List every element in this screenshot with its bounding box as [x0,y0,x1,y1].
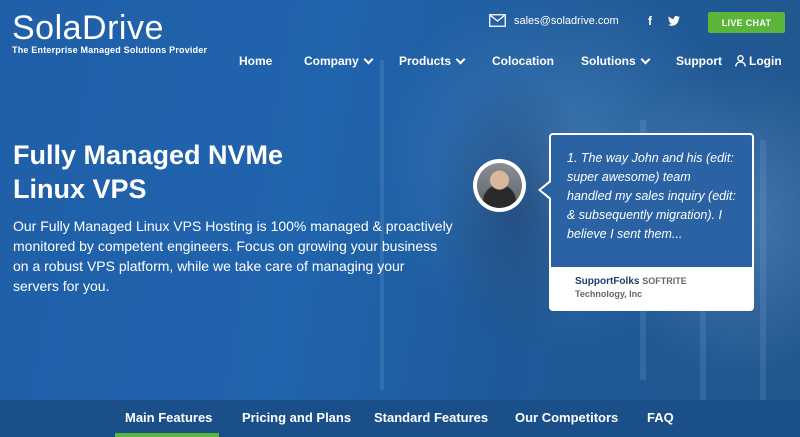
main-nav: Home Company Products Colocation Solutio… [0,54,800,72]
facebook-icon[interactable]: f [648,14,652,28]
nav-support[interactable]: Support [676,54,722,68]
header-email[interactable]: sales@soladrive.com [489,14,619,27]
chevron-down-icon [455,54,466,64]
testimonial-card: 1. The way John and his (edit: super awe… [549,133,754,311]
nav-login[interactable]: Login [735,54,782,68]
logo-text: SolaDrive [12,9,164,47]
live-chat-button[interactable]: LIVE CHAT [708,12,785,33]
nav-label: Solutions [581,54,636,68]
title-line-2: Linux VPS [13,174,147,204]
user-icon [735,55,746,67]
server-rack-decor [760,140,766,400]
nav-colocation[interactable]: Colocation [492,54,554,68]
page-title: Fully Managed NVMe Linux VPS [13,138,343,206]
testimonial-author: SupportFolks [575,276,640,287]
testimonial-attribution: SupportFolks SOFTRITE Technology, Inc [551,267,752,301]
nav-label: Colocation [492,54,554,68]
logo[interactable]: SolaDrive The Enterprise Managed Solutio… [12,10,207,55]
title-line-1: Fully Managed NVMe [13,140,284,170]
tab-main-features[interactable]: Main Features [125,410,212,425]
nav-products[interactable]: Products [399,54,466,68]
tab-standard-features[interactable]: Standard Features [374,410,488,425]
feature-tabs: Main Features Pricing and Plans Standard… [0,400,800,437]
card-pointer-fill [541,182,551,198]
testimonial-company-line2: Technology, Inc [575,289,643,299]
tab-faq[interactable]: FAQ [647,410,674,425]
avatar [473,159,526,212]
testimonial-company-line1: SOFTRITE [642,276,687,286]
tab-our-competitors[interactable]: Our Competitors [515,410,618,425]
avatar-photo [477,163,522,208]
nav-label: Products [399,54,452,68]
chevron-down-icon [640,54,651,64]
email-link[interactable]: sales@soladrive.com [514,15,619,27]
nav-company[interactable]: Company [304,54,374,68]
chevron-down-icon [363,54,374,64]
envelope-icon [489,14,506,27]
nav-label: Home [239,54,273,68]
hero-description: Our Fully Managed Linux VPS Hosting is 1… [13,218,453,294]
nav-label: Company [304,54,359,68]
testimonial-quote: 1. The way John and his (edit: super awe… [551,135,752,267]
nav-solutions[interactable]: Solutions [581,54,651,68]
twitter-icon[interactable] [668,16,680,26]
tab-pricing-and-plans[interactable]: Pricing and Plans [242,410,351,425]
nav-label: Login [749,54,782,68]
nav-home[interactable]: Home [239,54,272,68]
nav-label: Support [676,54,722,68]
active-tab-indicator [115,433,219,437]
